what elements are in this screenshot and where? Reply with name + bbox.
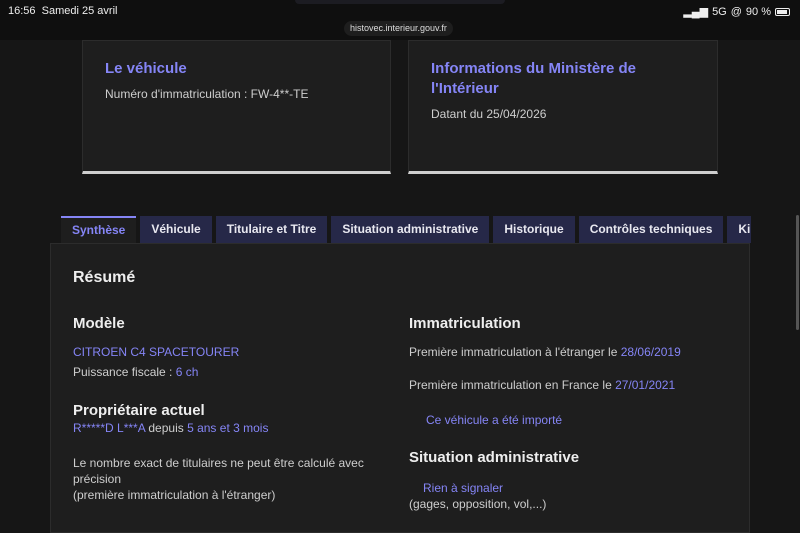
card-title: Le véhicule [105, 60, 187, 77]
power-label: Puissance fiscale : [73, 365, 176, 379]
tab-controles[interactable]: Contrôles techniques [578, 216, 724, 243]
admin-note: (gages, opposition, vol,...) [409, 497, 547, 511]
signal-icon: ▂▄▆ [683, 6, 709, 18]
owner-name: R*****D L***A [73, 421, 146, 435]
power-line: Puissance fiscale : 6 ch [73, 364, 198, 380]
tab-bar: Synthèse Véhicule Titulaire et Titre Sit… [61, 216, 751, 243]
immat-heading: Immatriculation [409, 315, 521, 332]
status-time: 16:56 Samedi 25 avril [8, 5, 117, 17]
first-fr-line: Première immatriculation en France le 27… [409, 377, 675, 393]
owner-line: R*****D L***A depuis 5 ans et 3 mois [73, 420, 268, 436]
owner-heading: Propriétaire actuel [73, 402, 205, 419]
summary-title: Résumé [73, 269, 136, 286]
tab-synthese[interactable]: Synthèse [61, 216, 137, 243]
owner-note: Le nombre exact de titulaires ne peut êt… [73, 456, 364, 486]
power-value: 6 ch [175, 365, 199, 379]
scrollbar[interactable] [796, 215, 799, 330]
card-text: Numéro d'immatriculation : FW-4**-TE [105, 87, 309, 101]
imported-notice: Ce véhicule a été importé [426, 413, 563, 427]
time: 16:56 [8, 5, 36, 17]
status-bar: 16:56 Samedi 25 avril ▂▄▆ 5G @ 90 % hist… [0, 0, 800, 40]
first-foreign-label: Première immatriculation à l'étranger le [409, 345, 621, 359]
model-heading: Modèle [73, 315, 125, 332]
first-foreign-date: 28/06/2019 [620, 345, 681, 359]
tab-situation[interactable]: Situation administrative [331, 216, 490, 243]
card-title: Informations du Ministère de l'Intérieur [431, 60, 637, 97]
tab-titulaire[interactable]: Titulaire et Titre [215, 216, 328, 243]
orientation-lock-icon: @ [730, 5, 742, 18]
first-foreign-line: Première immatriculation à l'étranger le… [409, 344, 681, 360]
vehicle-card: Le véhicule Numéro d'immatriculation : F… [82, 40, 391, 174]
first-fr-date: 27/01/2021 [615, 378, 676, 392]
status-icons: ▂▄▆ 5G @ 90 % [683, 5, 790, 18]
first-fr-label: Première immatriculation en France le [409, 378, 616, 392]
since-label: depuis [145, 421, 188, 435]
tab-kilometrage[interactable]: Kilométrage [727, 216, 751, 243]
battery-icon [775, 7, 790, 16]
top-bar-handle [295, 0, 505, 4]
admin-heading: Situation administrative [409, 449, 580, 466]
summary-panel: Résumé Modèle CITROEN C4 SPACETOURER Pui… [50, 243, 750, 533]
tab-vehicule[interactable]: Véhicule [140, 216, 212, 243]
date: Samedi 25 avril [41, 5, 118, 17]
owner-note-2: (première immatriculation à l'étranger) [73, 488, 276, 502]
card-text: Datant du 25/04/2026 [431, 107, 547, 121]
model-value: CITROEN C4 SPACETOURER [73, 345, 240, 359]
since-value: 5 ans et 3 mois [187, 421, 269, 435]
network: 5G [712, 5, 727, 18]
battery-level: 90 % [745, 5, 771, 18]
tab-historique[interactable]: Historique [493, 216, 575, 243]
url-bar[interactable]: histovec.interieur.gouv.fr [344, 21, 453, 36]
admin-status: Rien à signaler [423, 481, 504, 495]
ministry-card: Informations du Ministère de l'Intérieur… [408, 40, 718, 174]
